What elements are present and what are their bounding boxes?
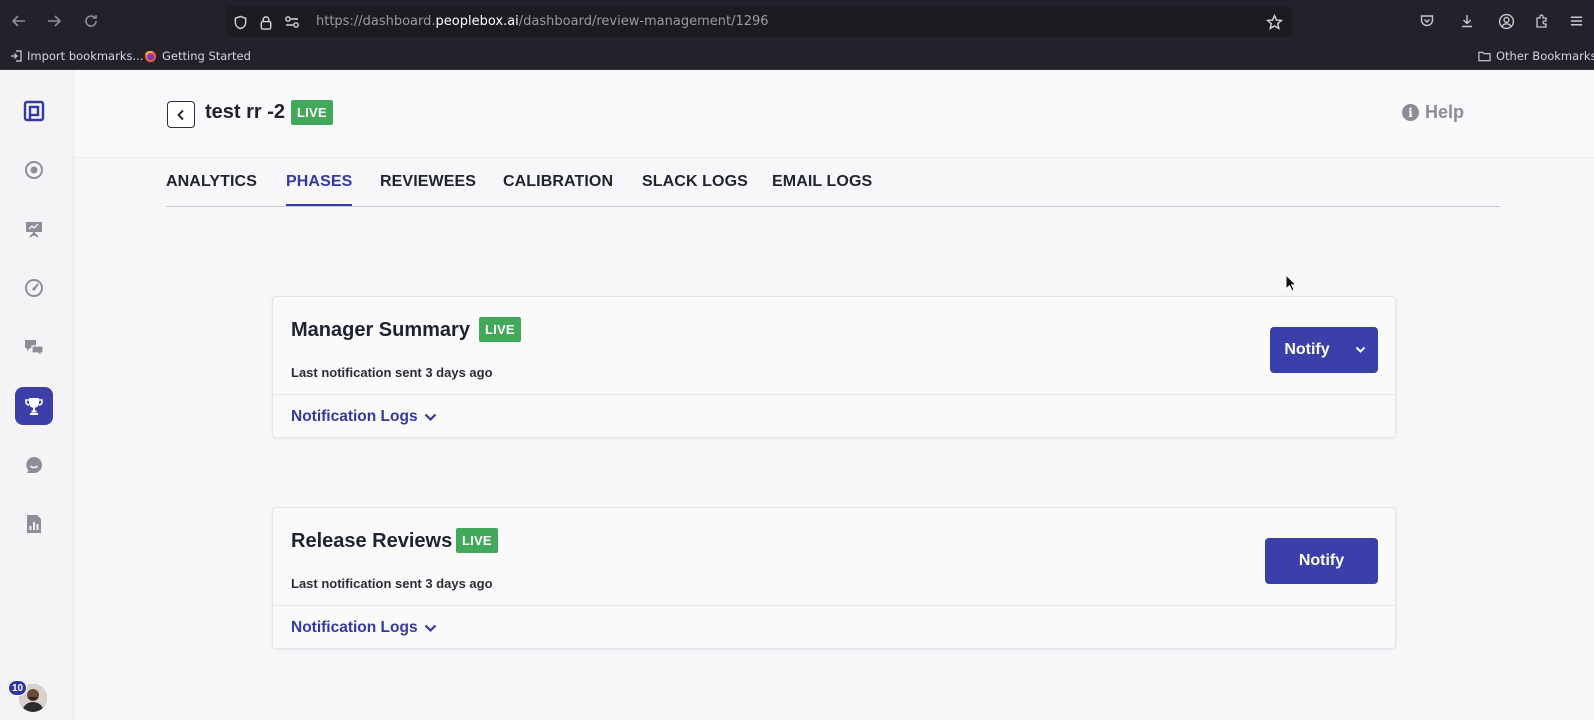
status-badge: LIVE — [291, 100, 333, 125]
download-icon[interactable] — [1457, 11, 1477, 31]
card-divider — [273, 394, 1395, 395]
peoplebox-logo-icon[interactable] — [15, 92, 53, 130]
shield-icon[interactable] — [231, 13, 249, 31]
phase-status-badge: LIVE — [479, 317, 521, 342]
permissions-icon[interactable] — [283, 13, 301, 31]
trophy-icon[interactable] — [15, 387, 53, 425]
goals-target-icon[interactable] — [15, 151, 53, 189]
reload-icon[interactable] — [80, 10, 102, 32]
notification-logs-label: Notification Logs — [291, 619, 418, 636]
tab-phases[interactable]: PHASES — [286, 173, 353, 206]
sidebar: 10 — [0, 70, 74, 720]
extensions-icon[interactable] — [1532, 11, 1552, 31]
tab-analytics[interactable]: ANALYTICS — [166, 173, 257, 204]
menu-icon[interactable] — [1566, 11, 1586, 31]
chevron-down-icon — [1355, 346, 1365, 353]
url-text[interactable]: https://dashboard.peoplebox.ai/dashboard… — [316, 14, 769, 29]
mouse-cursor-icon — [1285, 273, 1298, 297]
bookmark-getting-started[interactable]: Getting Started — [144, 49, 251, 63]
tab-bar: ANALYTICS PHASES REVIEWEES CALIBRATION S… — [166, 163, 1500, 207]
tab-calibration[interactable]: CALIBRATION — [503, 173, 613, 204]
feedback-bubble-icon[interactable] — [15, 446, 53, 484]
chat-bubbles-icon[interactable] — [15, 328, 53, 366]
phase-status-badge: LIVE — [456, 528, 498, 553]
notification-logs-label: Notification Logs — [291, 408, 418, 425]
bookmark-star-icon[interactable] — [1264, 12, 1284, 32]
report-chart-icon[interactable] — [15, 505, 53, 543]
presentation-icon[interactable] — [15, 210, 53, 248]
card-divider — [273, 605, 1395, 606]
page-title: test rr -2 — [205, 101, 286, 123]
bookmark-import[interactable]: Import bookmarks... — [9, 49, 143, 63]
lock-icon[interactable] — [257, 13, 275, 31]
chevron-down-icon — [424, 413, 436, 421]
back-button[interactable] — [167, 101, 195, 128]
import-icon — [9, 50, 22, 63]
phase-card-manager-summary: Manager Summary LIVE Last notification s… — [272, 296, 1396, 438]
folder-icon — [1478, 50, 1491, 63]
notification-logs-toggle[interactable]: Notification Logs — [291, 408, 437, 426]
forward-arrow-icon[interactable] — [43, 10, 65, 32]
chevron-down-icon — [424, 624, 436, 632]
last-notification-text: Last notification sent 3 days ago — [291, 365, 493, 380]
account-icon[interactable] — [1496, 11, 1516, 31]
tab-slack-logs[interactable]: SLACK LOGS — [642, 173, 748, 204]
phase-card-release-reviews: Release Reviews LIVE Last notification s… — [272, 507, 1396, 649]
notify-split-button[interactable]: Notify — [1270, 327, 1378, 373]
help-label: Help — [1424, 102, 1464, 122]
page-header: test rr -2 LIVE i Help — [74, 70, 1594, 158]
other-bookmarks[interactable]: Other Bookmarks — [1478, 49, 1594, 63]
info-icon: i — [1401, 104, 1419, 121]
last-notification-text: Last notification sent 3 days ago — [291, 576, 493, 591]
bookmarks-bar: Import bookmarks... Getting Started Othe… — [0, 44, 1594, 70]
notify-button-label: Notify — [1284, 341, 1330, 358]
gauge-icon[interactable] — [15, 269, 53, 307]
notification-logs-toggle[interactable]: Notification Logs — [291, 619, 437, 637]
pocket-icon[interactable] — [1417, 11, 1437, 31]
tab-reviewees[interactable]: REVIEWEES — [380, 173, 476, 204]
notify-dropdown-toggle[interactable] — [1342, 327, 1378, 373]
app-container: 10 test rr -2 LIVE i Help ANALYTICS PHAS… — [0, 70, 1594, 720]
notification-count-badge[interactable]: 10 — [8, 680, 27, 696]
back-arrow-icon[interactable] — [8, 10, 30, 32]
chevron-left-icon — [177, 109, 184, 120]
firefox-icon — [144, 50, 157, 63]
phase-title: Manager Summary — [291, 319, 470, 341]
notify-button[interactable]: Notify — [1265, 538, 1378, 584]
help-button[interactable]: i Help — [1401, 102, 1464, 123]
phase-title: Release Reviews — [291, 530, 453, 552]
url-bar[interactable]: https://dashboard.peoplebox.ai/dashboard… — [226, 6, 1292, 37]
tab-email-logs[interactable]: EMAIL LOGS — [772, 173, 872, 204]
browser-toolbar: https://dashboard.peoplebox.ai/dashboard… — [0, 0, 1594, 44]
